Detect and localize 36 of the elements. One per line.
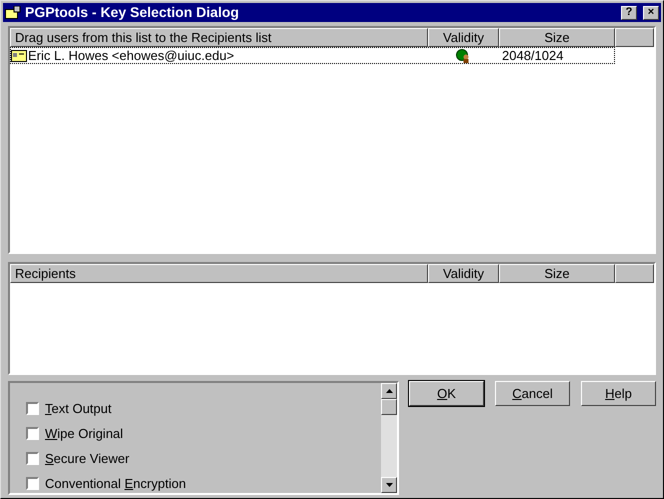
key-row[interactable]: Eric L. Howes <ehowes@uiuc.edu> 2048/1024 (10, 47, 615, 64)
recipients-list[interactable]: Recipients Validity Size (8, 262, 656, 375)
option-label[interactable]: Text Output (45, 398, 112, 418)
option-label[interactable]: Secure Viewer (45, 448, 130, 468)
scroll-down-button[interactable] (381, 477, 397, 493)
column-header[interactable]: Recipients (10, 264, 428, 283)
column-header[interactable]: Size (499, 264, 615, 283)
up-arrow-icon (386, 389, 392, 393)
column-header (615, 28, 654, 47)
option-label[interactable]: Wipe Original (45, 424, 124, 444)
column-header (615, 264, 654, 283)
key-size: 2048/1024 (501, 46, 564, 65)
key-list[interactable]: Drag users from this list to the Recipients list Validity Size Eric L. Howes <ehowes@uiuc.edu> 2048/1024 (8, 26, 656, 254)
column-header[interactable]: Validity (428, 264, 499, 283)
checkbox[interactable] (26, 427, 39, 440)
dialog-button[interactable]: OK (409, 381, 484, 406)
checkbox[interactable] (26, 402, 39, 415)
app-icon (5, 6, 21, 20)
column-header[interactable]: Size (499, 28, 615, 47)
scrollbar[interactable] (381, 383, 397, 493)
option-label[interactable]: Conventional Encryption (45, 474, 186, 494)
help-button[interactable]: ? (621, 6, 637, 20)
column-header[interactable]: Validity (428, 28, 499, 47)
scroll-up-button[interactable] (381, 383, 397, 399)
user-name: Eric L. Howes <ehowes@uiuc.edu> (28, 46, 234, 65)
down-arrow-icon (386, 483, 392, 487)
person-globe-icon (456, 48, 472, 64)
scroll-thumb[interactable] (381, 399, 397, 415)
checkbox[interactable] (26, 477, 39, 490)
window-title: PGPtools - Key Selection Dialog (25, 3, 240, 22)
dialog-button[interactable]: Cancel (495, 381, 570, 406)
column-header[interactable]: Drag users from this list to the Recipients list (10, 28, 428, 47)
key-card-icon (11, 50, 27, 62)
checkbox[interactable] (26, 452, 39, 465)
dialog-button[interactable]: Help (581, 381, 656, 406)
close-button[interactable]: × (643, 6, 659, 20)
